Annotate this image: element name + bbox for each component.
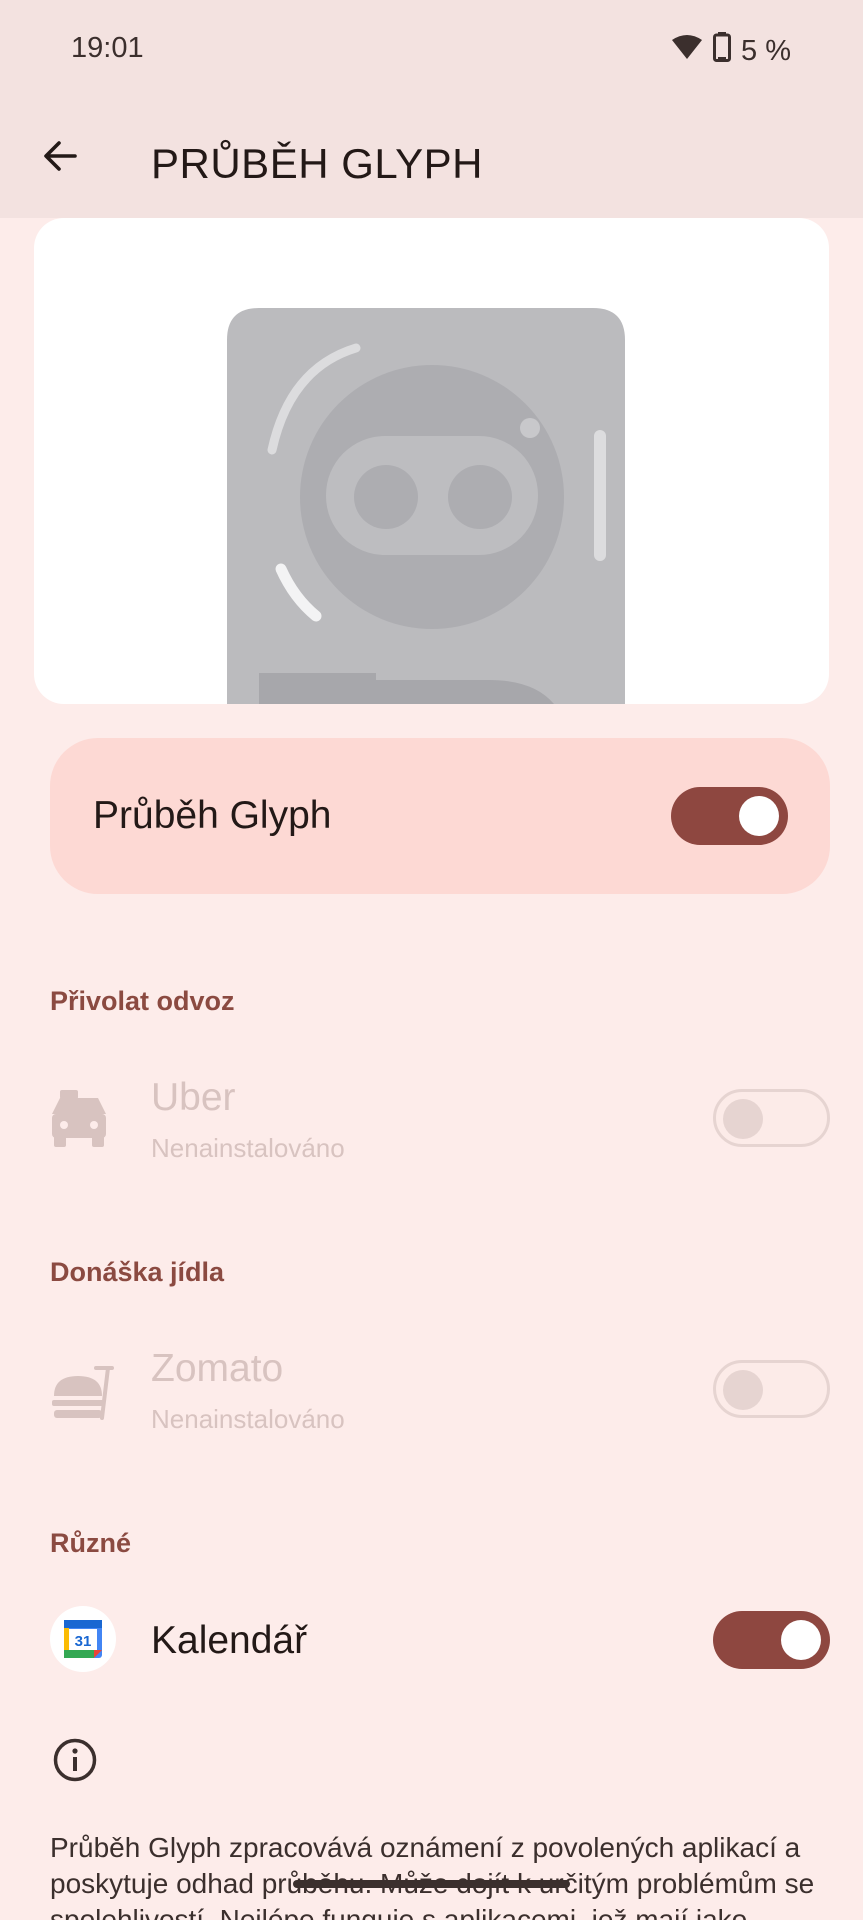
toggle-knob — [723, 1099, 763, 1139]
section-header-food: Donáška jídla — [50, 1257, 225, 1287]
arrow-back-icon — [42, 138, 78, 179]
toggle-knob — [781, 1620, 821, 1660]
status-bar: 19:01 5 % — [0, 0, 863, 100]
section-header-ride: Přivolat odvoz — [50, 986, 235, 1016]
status-time: 19:01 — [71, 32, 144, 64]
status-icons: 5 % — [671, 32, 791, 70]
glyph-progress-master-toggle[interactable]: Průběh Glyph — [50, 738, 830, 894]
food-delivery-icon — [50, 1358, 116, 1427]
gesture-navigation-bar[interactable] — [293, 1880, 570, 1888]
master-toggle-label: Průběh Glyph — [93, 794, 332, 837]
phone-glyph-illustration — [227, 308, 625, 704]
app-status-zomato: Nenainstalováno — [151, 1404, 345, 1434]
master-toggle-switch[interactable] — [671, 787, 788, 845]
battery-percent: 5 % — [741, 34, 791, 67]
calendar-icon: 31 — [50, 1606, 116, 1677]
wifi-icon — [671, 34, 703, 68]
glyph-preview-card — [34, 218, 829, 704]
battery-icon — [713, 32, 732, 70]
page-title: PRŮBĚH GLYPH — [151, 140, 483, 187]
app-name-zomato: Zomato — [151, 1347, 284, 1390]
toggle-uber[interactable] — [713, 1089, 830, 1147]
toggle-knob — [723, 1370, 763, 1410]
taxi-icon — [50, 1090, 116, 1153]
back-button[interactable] — [36, 134, 84, 182]
info-description: Průběh Glyph zpracovává oznámení z povol… — [50, 1832, 815, 1920]
toggle-knob — [739, 796, 779, 836]
app-name-calendar: Kalendář — [151, 1619, 308, 1662]
info-icon — [52, 1737, 98, 1788]
section-header-misc: Různé — [50, 1528, 131, 1558]
toggle-calendar[interactable] — [713, 1611, 830, 1669]
app-bar: PRŮBĚH GLYPH — [0, 100, 863, 218]
calendar-icon-day: 31 — [75, 1633, 92, 1650]
toggle-zomato[interactable] — [713, 1360, 830, 1418]
app-status-uber: Nenainstalováno — [151, 1133, 345, 1163]
app-name-uber: Uber — [151, 1076, 236, 1119]
